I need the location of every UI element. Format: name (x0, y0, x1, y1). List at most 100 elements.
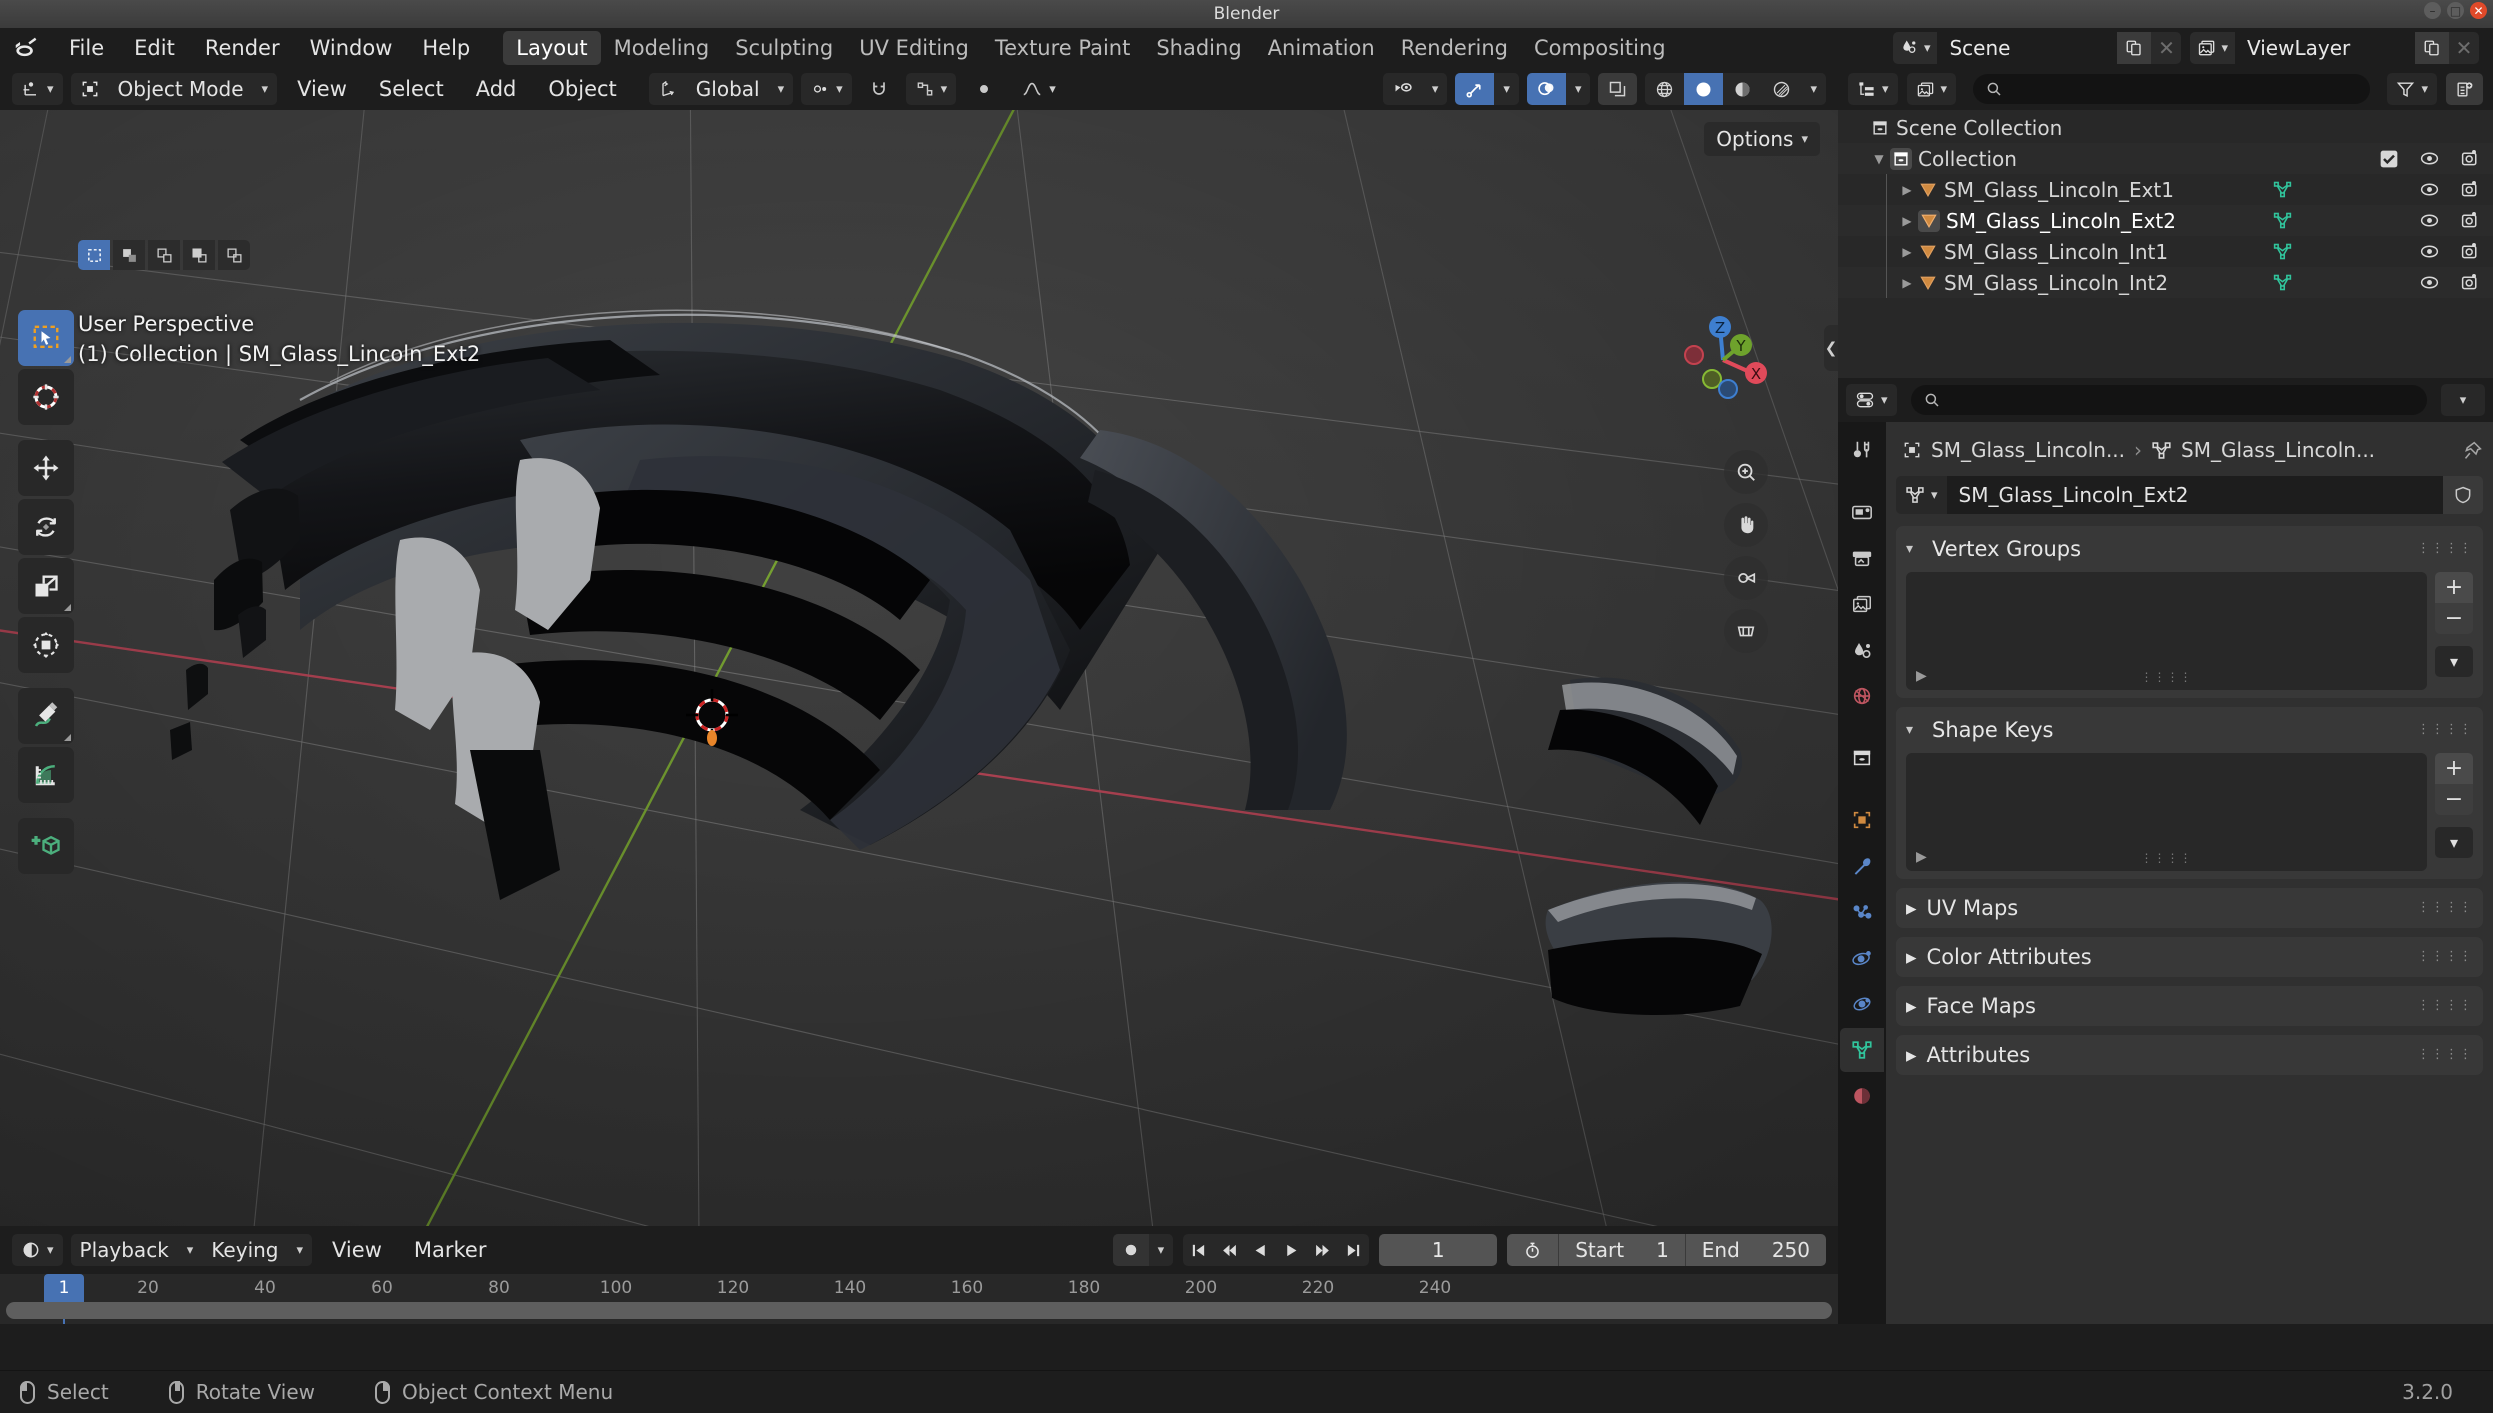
list-resize-grip[interactable]: ⋮⋮⋮⋮ (2141, 851, 2193, 865)
gizmo-selector[interactable]: ▾ (1455, 73, 1519, 105)
tab-collection-props[interactable] (1840, 736, 1884, 780)
disable-in-renders-camera-icon[interactable] (2460, 241, 2481, 262)
editor-type-timeline-icon[interactable]: ▾ (12, 1234, 63, 1266)
overlays-icon[interactable] (1526, 73, 1566, 105)
properties-options-chevron-down-icon[interactable]: ▾ (2441, 384, 2485, 416)
minimize-button[interactable]: – (2424, 2, 2441, 19)
disclosure-triangle-down-icon[interactable]: ▼ (1868, 152, 1890, 166)
keying-chevron-down-icon[interactable]: ▾ (287, 1234, 313, 1266)
tab-layout[interactable]: Layout (503, 31, 601, 65)
viewport-menu-view[interactable]: View (285, 73, 359, 105)
panel-drag-grip[interactable]: ⋮⋮⋮⋮ (2417, 1048, 2473, 1061)
disclosure-triangle-right-icon[interactable]: ▶ (1896, 276, 1918, 290)
viewlayer-new-button[interactable] (2415, 32, 2449, 64)
auto-key-chevron-down-icon[interactable]: ▾ (1148, 1234, 1174, 1266)
visibility-icon[interactable] (1382, 73, 1423, 105)
tab-object-data-mesh[interactable] (1840, 1028, 1884, 1072)
orthographic-toggle-icon[interactable] (1724, 609, 1768, 653)
record-dot-icon[interactable] (1112, 1234, 1149, 1266)
remove-minus-button[interactable]: − (2435, 784, 2473, 815)
close-button[interactable]: ✕ (2470, 2, 2487, 19)
jump-prev-keyframe-button[interactable] (1214, 1234, 1245, 1266)
hide-in-viewport-eye-icon[interactable] (2419, 179, 2440, 200)
object-icon[interactable] (1902, 440, 1922, 460)
tool-annotate[interactable] (18, 688, 74, 744)
mesh-data-icon[interactable] (2272, 241, 2293, 262)
tab-texture-paint[interactable]: Texture Paint (982, 31, 1144, 65)
mesh-data-icon[interactable]: ▾ (1896, 476, 1947, 514)
editor-type-selector[interactable]: ▾ (12, 73, 63, 105)
filter-id-icon[interactable]: ▾ (1906, 73, 1957, 105)
jump-to-start-button[interactable] (1183, 1234, 1214, 1266)
outliner-tree[interactable]: Scene Collection ▼ Collection ▶ SM_Glass… (1838, 110, 2493, 378)
scene-icon[interactable]: ▾ (1892, 32, 1938, 64)
disclosure-triangle-right-icon[interactable]: ▸ (1906, 945, 1917, 969)
stopwatch-icon[interactable] (1507, 1241, 1558, 1260)
tool-scale[interactable] (18, 558, 74, 614)
overlays-chevron-down-icon[interactable]: ▾ (1565, 73, 1591, 105)
disclosure-triangle-right-icon[interactable]: ▸ (1906, 994, 1917, 1018)
menu-edit[interactable]: Edit (119, 31, 190, 65)
blender-logo-icon[interactable] (10, 31, 44, 65)
tool-cursor[interactable] (18, 369, 74, 425)
panel-drag-grip[interactable]: ⋮⋮⋮⋮ (2417, 901, 2473, 914)
shading-material-preview-icon[interactable] (1723, 73, 1763, 105)
transform-orientation-selector[interactable]: Global ▾ (648, 73, 794, 105)
maximize-button[interactable]: □ (2447, 2, 2464, 19)
end-frame-value[interactable]: 250 (1756, 1238, 1826, 1262)
viewlayer-icon[interactable]: ▾ (2190, 32, 2235, 64)
disclosure-triangle-down-icon[interactable]: ▾ (1906, 541, 1922, 557)
tool-move[interactable] (18, 440, 74, 496)
tab-scene-props[interactable] (1840, 628, 1884, 672)
select-mode-invert-icon[interactable] (183, 240, 215, 270)
tool-measure[interactable] (18, 747, 74, 803)
outliner-row-object[interactable]: ▶ SM_Glass_Lincoln_Ext1 (1838, 174, 2493, 205)
editor-type-properties-icon[interactable]: ▾ (1846, 384, 1897, 416)
editor-type-3dview-icon[interactable]: ▾ (12, 73, 63, 105)
xray-icon[interactable] (1598, 73, 1638, 105)
play-reverse-button[interactable] (1245, 1234, 1276, 1266)
tab-object-props[interactable] (1840, 798, 1884, 842)
tab-modeling[interactable]: Modeling (601, 31, 723, 65)
orientation-global-icon[interactable] (648, 73, 687, 105)
panel-uv-maps[interactable]: ▸ UV Maps ⋮⋮⋮⋮ (1896, 888, 2483, 928)
shading-wireframe-icon[interactable] (1645, 73, 1685, 105)
tab-tool[interactable] (1840, 428, 1884, 472)
panel-vertex-groups-header[interactable]: ▾ Vertex Groups ⋮⋮⋮⋮ (1906, 534, 2473, 564)
mode-selector[interactable]: Object Mode ▾ (70, 73, 278, 105)
visibility-selector[interactable]: ▾ (1382, 73, 1448, 105)
outliner-row-collection[interactable]: ▼ Collection (1838, 143, 2493, 174)
select-mode-extend-icon[interactable] (113, 240, 145, 270)
expand-triangle-right-icon[interactable]: ▶ (1916, 849, 1927, 865)
tab-physics[interactable] (1840, 936, 1884, 980)
outliner-row-scene-collection[interactable]: Scene Collection (1838, 112, 2493, 143)
mesh-data-icon[interactable] (2272, 179, 2293, 200)
start-frame-value[interactable]: 1 (1640, 1238, 1685, 1262)
snap-pivot-selector[interactable]: ▾ (801, 73, 852, 105)
object-mode-icon[interactable] (70, 73, 109, 105)
tool-transform[interactable] (18, 617, 74, 673)
viewlayer-name[interactable]: ViewLayer (2235, 32, 2415, 64)
properties-search-input[interactable] (1910, 385, 2427, 415)
list-resize-grip[interactable]: ⋮⋮⋮⋮ (2141, 670, 2193, 684)
camera-icon[interactable] (1724, 556, 1768, 600)
tab-modifiers[interactable] (1840, 844, 1884, 888)
outliner-row-object[interactable]: ▶ SM_Glass_Lincoln_Int2 (1838, 267, 2493, 298)
hide-in-viewport-eye-icon[interactable] (2419, 272, 2440, 293)
snap-settings[interactable]: ▾ (905, 73, 957, 105)
magnet-icon[interactable] (860, 73, 898, 105)
disclosure-triangle-right-icon[interactable]: ▶ (1896, 214, 1918, 228)
tab-shading[interactable]: Shading (1143, 31, 1254, 65)
gizmo-icon[interactable] (1455, 73, 1495, 105)
menu-help[interactable]: Help (407, 31, 485, 65)
timeline-menu-view[interactable]: View (320, 1234, 394, 1266)
add-plus-button[interactable]: + (2435, 753, 2473, 784)
timeline-menu-keying[interactable]: Keying (202, 1234, 288, 1266)
select-mode-subtract-icon[interactable] (148, 240, 180, 270)
specials-dropdown-button[interactable]: ▾ (2435, 646, 2473, 677)
scene-new-button[interactable] (2117, 32, 2152, 64)
sidebar-collapse-arrow-icon[interactable]: ❮ (1824, 325, 1838, 371)
scene-name[interactable]: Scene (1937, 32, 2118, 64)
tab-viewlayer[interactable] (1840, 582, 1884, 626)
viewport-menu-select[interactable]: Select (367, 73, 456, 105)
